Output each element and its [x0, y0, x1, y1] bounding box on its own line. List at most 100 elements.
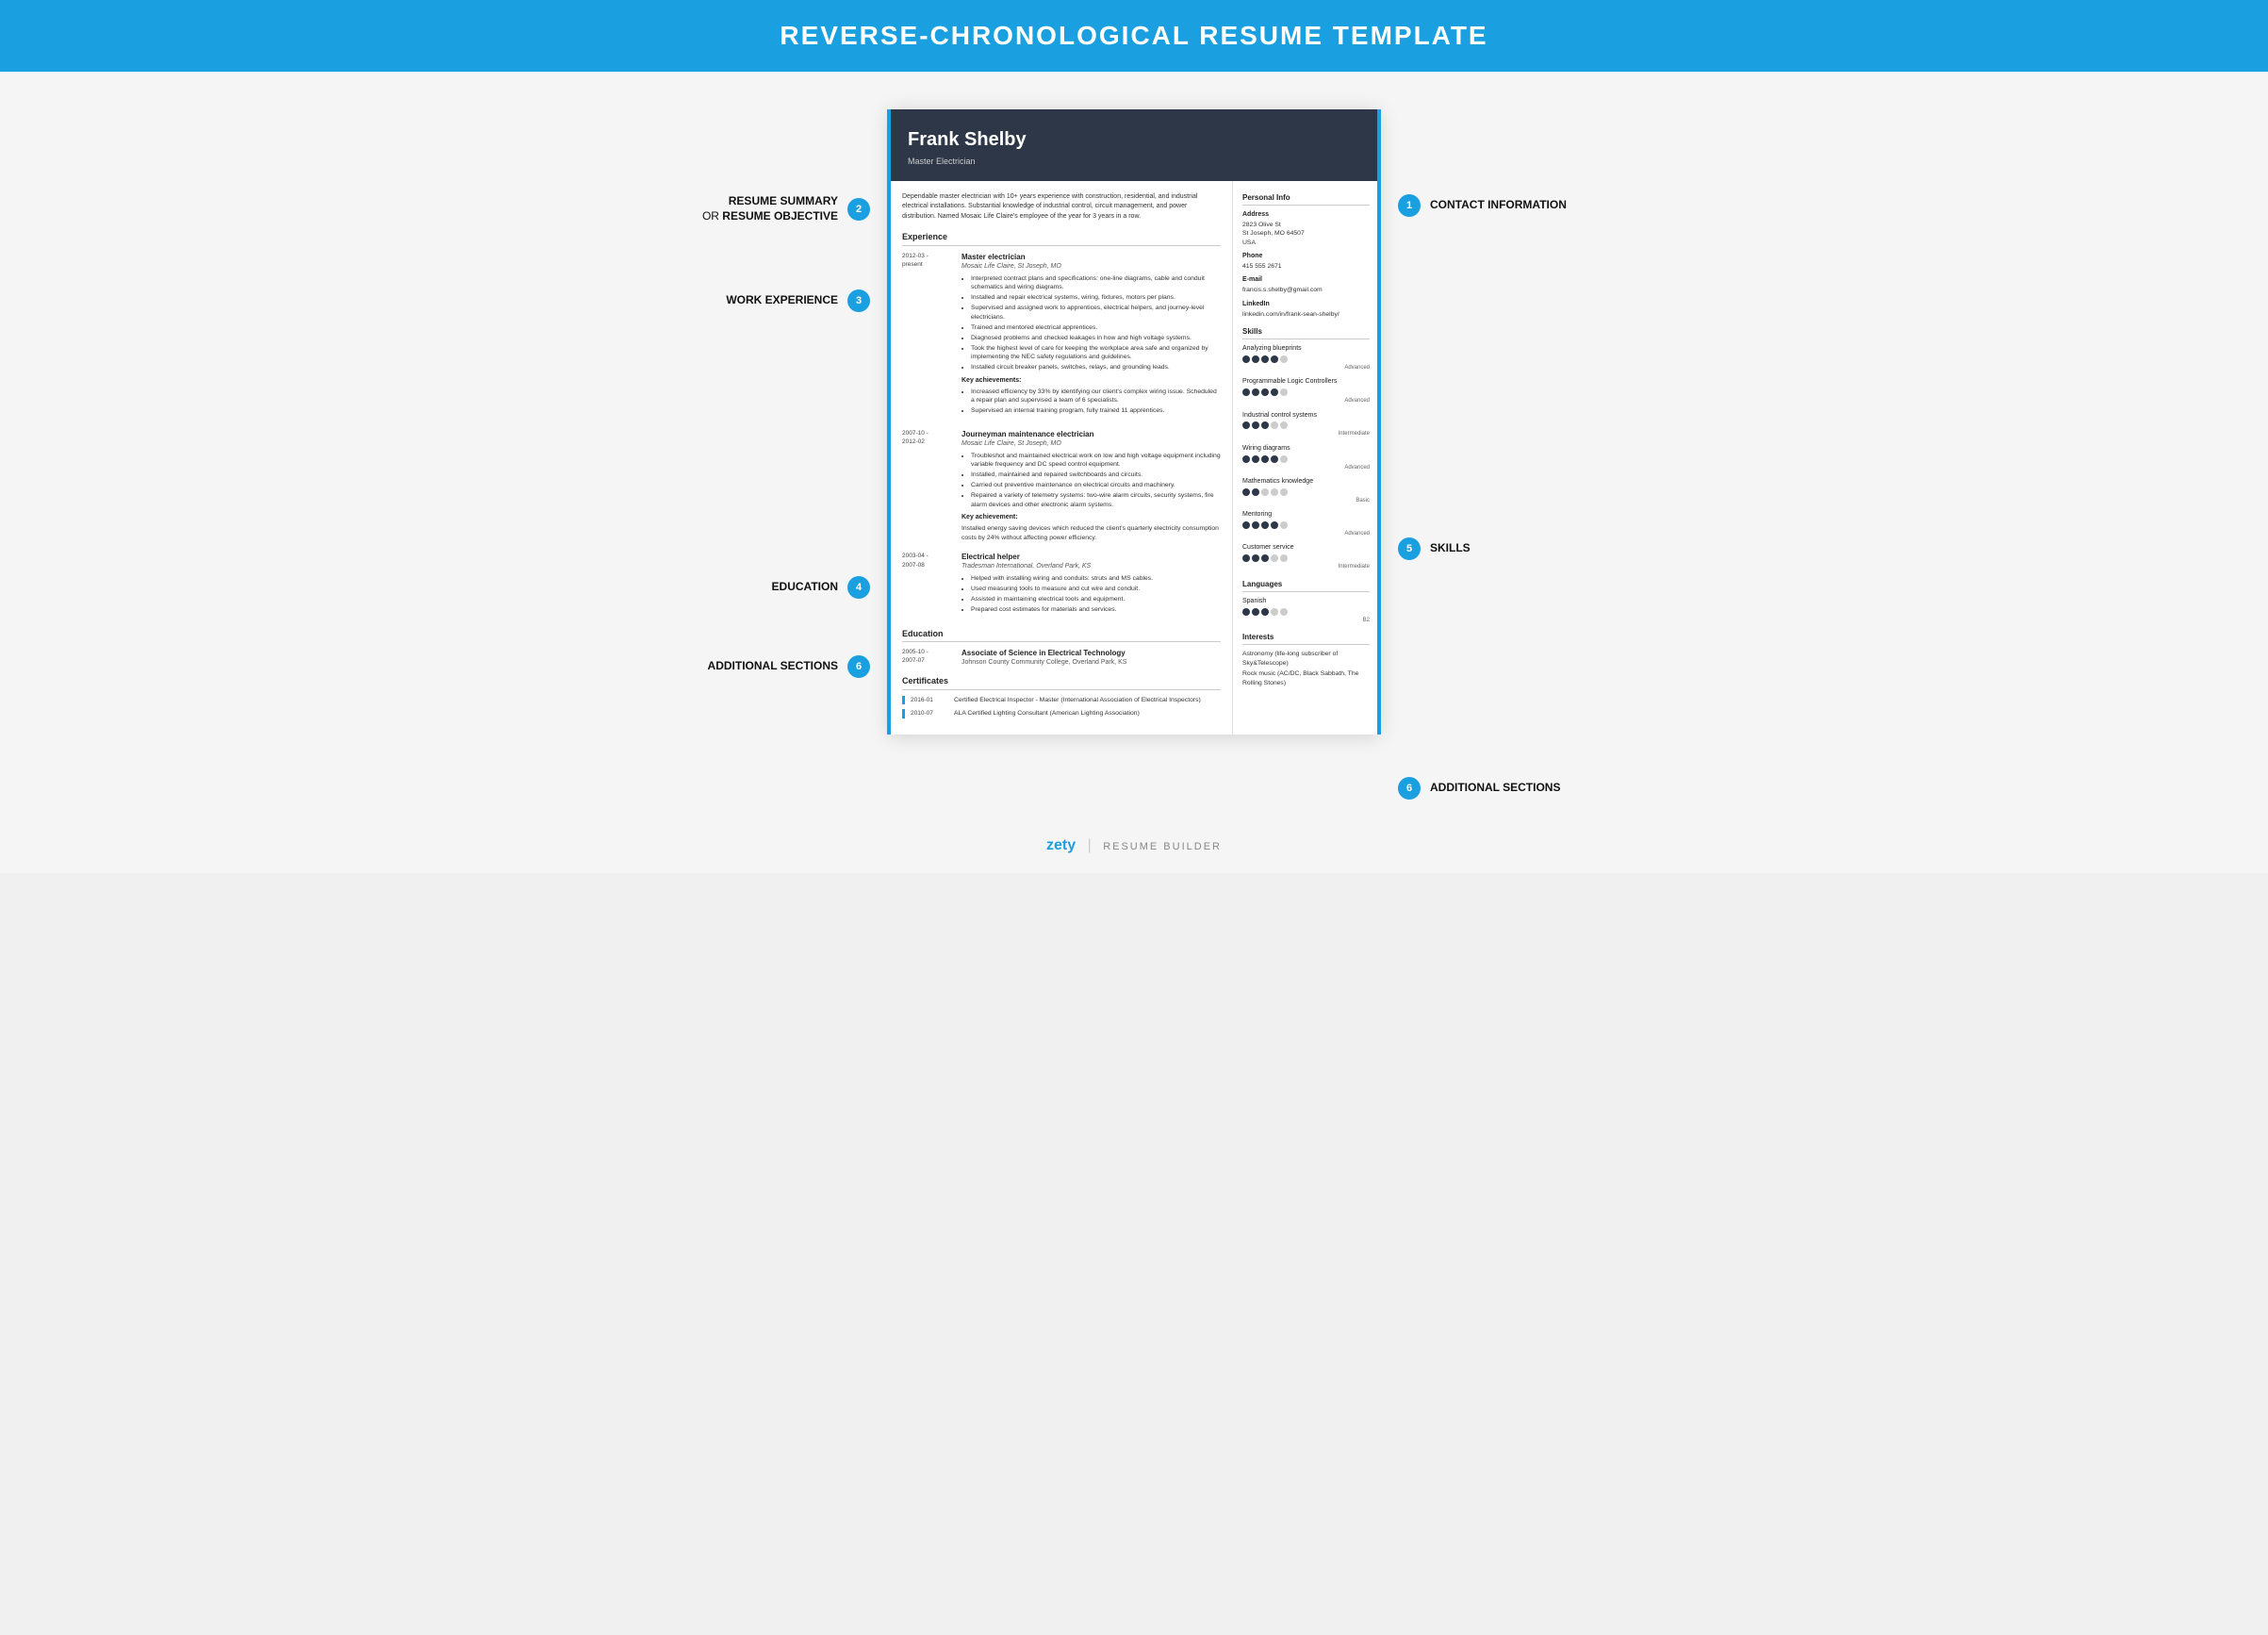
bullet-item: Helped with installing wiring and condui… [971, 574, 1221, 584]
dot [1261, 421, 1269, 429]
experience-section-title: Experience [902, 231, 1221, 246]
resume-body: Dependable master electrician with 10+ y… [889, 181, 1379, 735]
key-achievements-2: Key achievement: [961, 513, 1221, 522]
exp-item-1: 2012-03 -present Master electrician Mosa… [902, 252, 1221, 420]
skill-name: Mathematics knowledge [1242, 477, 1370, 487]
cert-text-1: Certified Electrical Inspector - Master … [954, 696, 1201, 705]
skills-section-title: Skills [1242, 326, 1370, 339]
dot [1280, 455, 1288, 463]
right-annotations: 1 CONTACT INFORMATION 5 SKILLS 6 ADDITIO… [1379, 109, 1662, 800]
skill-analyzing-blueprints: Analyzing blueprints Advanced [1242, 344, 1370, 372]
exp-item-3: 2003-04 -2007-08 Electrical helper Trade… [902, 552, 1221, 619]
ann-label-skills: SKILLS [1430, 541, 1471, 556]
bullet-item: Installed, maintained and repaired switc… [971, 471, 1221, 480]
dot [1242, 554, 1250, 562]
languages-section-title: Languages [1242, 579, 1370, 592]
skill-level: Basic [1242, 497, 1370, 504]
ann-num-1: 1 [1398, 194, 1421, 217]
exp-item-2: 2007-10 -2012-02 Journeyman maintenance … [902, 429, 1221, 542]
exp-title-3: Electrical helper [961, 552, 1221, 562]
edu-school-1: Johnson County Community College, Overla… [961, 658, 1221, 668]
skill-name: Industrial control systems [1242, 411, 1370, 421]
linkedin-value: linkedin.com/in/frank-sean-shelby/ [1242, 310, 1370, 320]
dot [1242, 521, 1250, 529]
dot [1280, 554, 1288, 562]
skill-dots [1242, 488, 1370, 496]
dot [1242, 388, 1250, 396]
left-ann-education: EDUCATION 4 [606, 576, 870, 599]
bullet-item: Interpreted contract plans and specifica… [971, 274, 1221, 292]
exp-content-3: Electrical helper Tradesman Internationa… [961, 552, 1221, 619]
dot [1252, 421, 1259, 429]
dot [1280, 608, 1288, 616]
footer-divider: | [1088, 837, 1092, 853]
dot [1280, 388, 1288, 396]
edu-item-1: 2005-10 -2007-07 Associate of Science in… [902, 648, 1221, 668]
phone-label: Phone [1242, 252, 1370, 261]
left-accent-line [887, 109, 891, 735]
exp-company-3: Tradesman International, Overland Park, … [961, 562, 1221, 571]
resume-header: Frank Shelby Master Electrician [889, 109, 1379, 181]
dot [1271, 388, 1278, 396]
skill-name: Analyzing blueprints [1242, 344, 1370, 354]
exp-bullets-3: Helped with installing wiring and condui… [961, 574, 1221, 615]
bullet-item: Troubleshot and maintained electrical wo… [971, 452, 1221, 470]
dot [1271, 488, 1278, 496]
bullet-item: Trained and mentored electrical apprenti… [971, 323, 1221, 333]
footer-sub: RESUME BUILDER [1103, 841, 1222, 852]
dot [1261, 608, 1269, 616]
interest-astronomy: Astronomy (life-long subscriber of Sky&T… [1242, 650, 1370, 669]
dot [1280, 521, 1288, 529]
right-ann-contact: 1 CONTACT INFORMATION [1398, 194, 1662, 217]
dot [1261, 554, 1269, 562]
dot [1280, 488, 1288, 496]
skill-level: Advanced [1242, 397, 1370, 405]
achievement-bullets-1: Increased efficiency by 33% by identifyi… [961, 388, 1221, 416]
right-accent-line [1377, 109, 1381, 735]
email-label: E-mail [1242, 275, 1370, 285]
bullet-item: Took the highest level of care for keepi… [971, 344, 1221, 362]
skill-name: Customer service [1242, 543, 1370, 553]
dot [1271, 455, 1278, 463]
certificates-section-title: Certificates [902, 675, 1221, 690]
dot [1242, 608, 1250, 616]
skill-industrial-control: Industrial control systems Intermediate [1242, 411, 1370, 438]
skill-dots [1242, 388, 1370, 396]
right-ann-skills: 5 SKILLS [1398, 537, 1662, 560]
bullet-item: Installed circuit breaker panels, switch… [971, 363, 1221, 372]
resume-right-column: Personal Info Address 2823 Olive StSt Jo… [1233, 181, 1379, 735]
cert-date-2: 2010-07 [911, 709, 946, 718]
ann-num-6-right: 6 [1398, 777, 1421, 800]
skill-customer-service: Customer service Intermediate [1242, 543, 1370, 570]
page-wrapper: REVERSE-CHRONOLOGICAL RESUME TEMPLATE RE… [0, 0, 2268, 873]
resume-content: Frank Shelby Master Electrician Dependab… [889, 109, 1379, 735]
resume-summary: Dependable master electrician with 10+ y… [902, 192, 1221, 223]
dot [1252, 488, 1259, 496]
dot [1252, 521, 1259, 529]
personal-info-title: Personal Info [1242, 192, 1370, 206]
dot [1261, 455, 1269, 463]
ann-label-education: EDUCATION [772, 580, 838, 595]
ann-label-summary: RESUME SUMMARYOR RESUME OBJECTIVE [702, 194, 838, 223]
dot [1252, 608, 1259, 616]
dot [1261, 521, 1269, 529]
exp-bullets-1: Interpreted contract plans and specifica… [961, 274, 1221, 372]
left-ann-summary: RESUME SUMMARYOR RESUME OBJECTIVE 2 [606, 194, 870, 223]
ann-num-5: 5 [1398, 537, 1421, 560]
skill-dots [1242, 421, 1370, 429]
dot [1252, 455, 1259, 463]
dot [1252, 388, 1259, 396]
footer-brand: zety [1046, 837, 1076, 853]
dot [1261, 388, 1269, 396]
bullet-item: Carried out preventive maintenance on el… [971, 481, 1221, 490]
ann-label-additional-right: ADDITIONAL SECTIONS [1430, 781, 1560, 796]
achievement-text-2: Installed energy saving devices which re… [961, 524, 1221, 542]
ann-label-additional-left: ADDITIONAL SECTIONS [708, 659, 838, 674]
ann-num-6-left: 6 [847, 655, 870, 678]
dot [1271, 554, 1278, 562]
dot [1261, 355, 1269, 363]
bullet-item: Assisted in maintaining electrical tools… [971, 595, 1221, 604]
edu-date-1: 2005-10 -2007-07 [902, 648, 954, 668]
dot [1252, 554, 1259, 562]
interests-section-title: Interests [1242, 632, 1370, 645]
